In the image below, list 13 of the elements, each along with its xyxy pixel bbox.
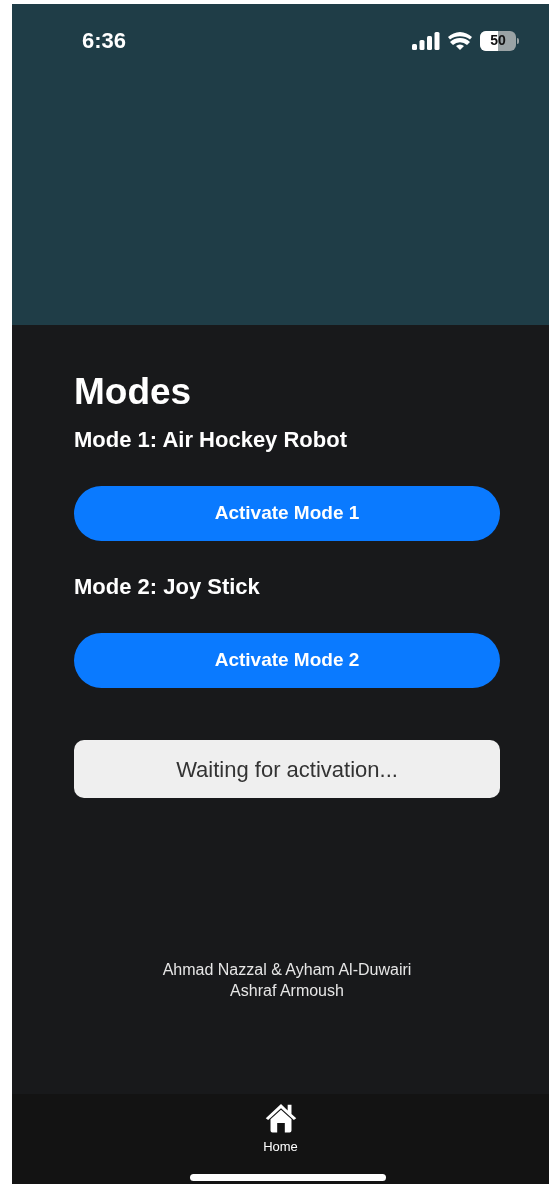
tab-item[interactable]: Home	[263, 1102, 298, 1156]
activate-button[interactable]: Activate Mode 1	[74, 486, 500, 541]
mode-label: Mode 1: Air Hockey Robot	[74, 426, 348, 454]
mode-label: Mode 2: Joy Stick	[74, 573, 261, 601]
activate-button[interactable]: Activate Mode 2	[74, 633, 500, 688]
signal-icon	[412, 31, 440, 50]
page-title: Modes	[74, 370, 193, 414]
credits-text: Ashraf Armoush	[230, 981, 344, 1001]
wifi-icon	[448, 31, 472, 50]
status-time: 6:36	[82, 27, 127, 55]
home-icon	[263, 1102, 298, 1133]
credits-text: Ahmad Nazzal & Ayham Al-Duwairi	[162, 960, 412, 980]
status-message: Waiting for activation...	[74, 740, 500, 798]
